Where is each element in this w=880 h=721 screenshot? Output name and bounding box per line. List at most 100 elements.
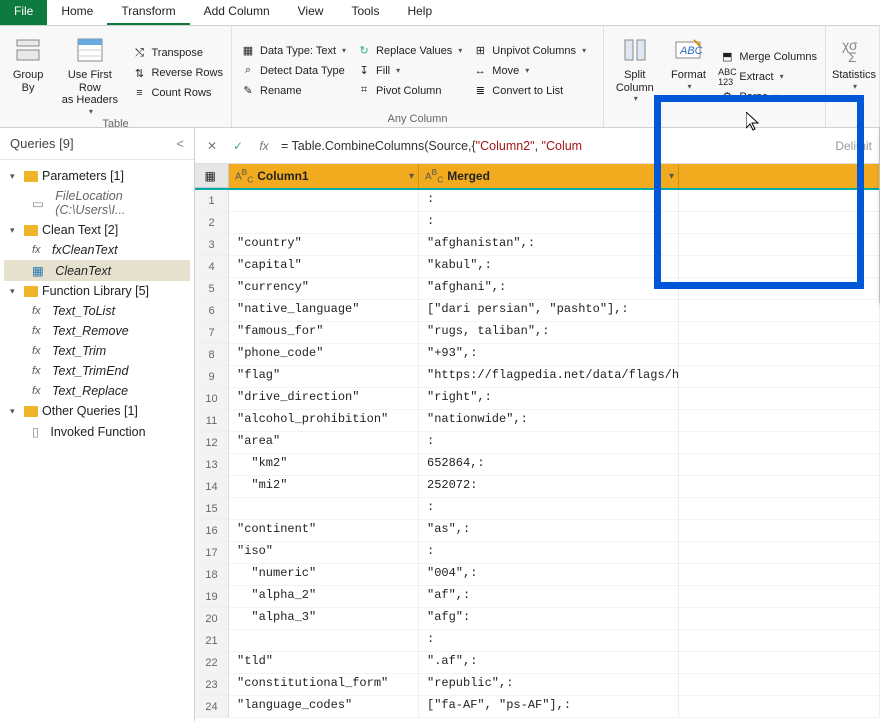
folder-clean-text[interactable]: ▾Clean Text [2]: [4, 220, 190, 240]
cell-merged[interactable]: 252072:: [419, 476, 679, 498]
cell-column1[interactable]: "alpha_3": [229, 608, 419, 630]
cell-merged[interactable]: :: [419, 630, 679, 652]
cell-column1[interactable]: "alcohol_prohibition": [229, 410, 419, 432]
cell-column1[interactable]: "km2": [229, 454, 419, 476]
query-text-replace[interactable]: fx Text_Replace: [4, 381, 190, 401]
row-number[interactable]: 8: [195, 344, 229, 366]
folder-other-queries[interactable]: ▾Other Queries [1]: [4, 401, 190, 421]
row-number[interactable]: 5: [195, 278, 229, 300]
table-row[interactable]: 21:: [195, 630, 880, 652]
cell-extra[interactable]: [679, 476, 880, 498]
detect-data-type-button[interactable]: ⌕Detect Data Type: [238, 62, 348, 80]
table-row[interactable]: 11"alcohol_prohibition""nationwide",:: [195, 410, 880, 432]
folder-function-library[interactable]: ▾Function Library [5]: [4, 281, 190, 301]
table-row[interactable]: 23"constitutional_form""republic",:: [195, 674, 880, 696]
cell-extra[interactable]: [679, 586, 880, 608]
column-header-merged[interactable]: ABC Merged ▾: [419, 164, 679, 188]
query-text-tolist[interactable]: fx Text_ToList: [4, 301, 190, 321]
cell-extra[interactable]: [679, 256, 880, 278]
cell-column1[interactable]: "phone_code": [229, 344, 419, 366]
row-number[interactable]: 10: [195, 388, 229, 410]
menu-help[interactable]: Help: [393, 0, 446, 25]
replace-values-button[interactable]: ↻Replace Values: [354, 42, 464, 60]
row-number[interactable]: 7: [195, 322, 229, 344]
cell-extra[interactable]: [679, 652, 880, 674]
cell-extra[interactable]: [679, 344, 880, 366]
table-row[interactable]: 12"area":: [195, 432, 880, 454]
cell-extra[interactable]: [679, 322, 880, 344]
count-rows-button[interactable]: ≡Count Rows: [129, 84, 225, 102]
cell-column1[interactable]: [229, 190, 419, 212]
row-number[interactable]: 20: [195, 608, 229, 630]
cell-extra[interactable]: [679, 520, 880, 542]
table-row[interactable]: 19 "alpha_2""af",:: [195, 586, 880, 608]
formula-fx-button[interactable]: fx: [255, 139, 273, 153]
cell-merged[interactable]: "https://flagpedia.net/data/flags/h80/af…: [419, 366, 679, 388]
table-row[interactable]: 2:: [195, 212, 880, 234]
cell-merged[interactable]: "afghanistan",:: [419, 234, 679, 256]
cell-extra[interactable]: [679, 278, 880, 300]
cell-column1[interactable]: "constitutional_form": [229, 674, 419, 696]
cell-merged[interactable]: "republic",:: [419, 674, 679, 696]
row-number[interactable]: 19: [195, 586, 229, 608]
format-button[interactable]: ABC Format: [666, 30, 712, 123]
row-number[interactable]: 13: [195, 454, 229, 476]
cell-extra[interactable]: [679, 190, 880, 212]
rename-button[interactable]: ✎Rename: [238, 82, 348, 100]
table-row[interactable]: 24"language_codes"["fa-AF", "ps-AF"],:: [195, 696, 880, 718]
query-text-remove[interactable]: fx Text_Remove: [4, 321, 190, 341]
cell-extra[interactable]: [679, 388, 880, 410]
cell-extra[interactable]: [679, 696, 880, 718]
row-number[interactable]: 11: [195, 410, 229, 432]
cell-extra[interactable]: [679, 300, 880, 322]
cell-column1[interactable]: [229, 498, 419, 520]
table-row[interactable]: 14 "mi2"252072:: [195, 476, 880, 498]
cell-extra[interactable]: [679, 234, 880, 256]
cell-merged[interactable]: "004",:: [419, 564, 679, 586]
cell-column1[interactable]: "area": [229, 432, 419, 454]
cell-merged[interactable]: "afg":: [419, 608, 679, 630]
select-all-button[interactable]: ▦: [195, 164, 229, 188]
cell-extra[interactable]: [679, 366, 880, 388]
formula-commit-button[interactable]: ✓: [229, 139, 247, 153]
cell-column1[interactable]: "currency": [229, 278, 419, 300]
convert-to-list-button[interactable]: ≣Convert to List: [470, 82, 588, 100]
table-row[interactable]: 1:: [195, 190, 880, 212]
unpivot-button[interactable]: ⊞Unpivot Columns: [470, 42, 588, 60]
menu-view[interactable]: View: [284, 0, 338, 25]
data-type-button[interactable]: ▦Data Type: Text: [238, 42, 348, 60]
row-number[interactable]: 6: [195, 300, 229, 322]
row-number[interactable]: 12: [195, 432, 229, 454]
parse-button[interactable]: ⚙Parse: [717, 88, 819, 106]
query-filelocation[interactable]: ▭ FileLocation (C:\Users\I...: [4, 186, 190, 220]
row-number[interactable]: 17: [195, 542, 229, 564]
cell-column1[interactable]: "mi2": [229, 476, 419, 498]
cell-extra[interactable]: [679, 498, 880, 520]
query-text-trim[interactable]: fx Text_Trim: [4, 341, 190, 361]
table-row[interactable]: 18 "numeric""004",:: [195, 564, 880, 586]
cell-merged[interactable]: ".af",:: [419, 652, 679, 674]
cell-merged[interactable]: ["dari persian", "pashto"],:: [419, 300, 679, 322]
table-row[interactable]: 4"capital""kabul",:: [195, 256, 880, 278]
cell-column1[interactable]: "capital": [229, 256, 419, 278]
cell-extra[interactable]: [679, 454, 880, 476]
cell-merged[interactable]: "rugs, taliban",:: [419, 322, 679, 344]
folder-parameters[interactable]: ▾Parameters [1]: [4, 166, 190, 186]
query-cleantext[interactable]: ▦ CleanText: [4, 260, 190, 281]
row-number[interactable]: 9: [195, 366, 229, 388]
cell-extra[interactable]: [679, 212, 880, 234]
query-invoked-function[interactable]: ▯ Invoked Function: [4, 421, 190, 442]
table-row[interactable]: 3"country""afghanistan",:: [195, 234, 880, 256]
cell-merged[interactable]: ["fa-AF", "ps-AF"],:: [419, 696, 679, 718]
use-first-row-button[interactable]: Use First Row as Headers: [56, 30, 123, 116]
cell-extra[interactable]: [679, 564, 880, 586]
move-button[interactable]: ↔Move: [470, 62, 588, 80]
fill-button[interactable]: ↧Fill: [354, 62, 464, 80]
query-text-trimend[interactable]: fx Text_TrimEnd: [4, 361, 190, 381]
cell-merged[interactable]: "as",:: [419, 520, 679, 542]
cell-column1[interactable]: "country": [229, 234, 419, 256]
table-row[interactable]: 5"currency""afghani",:: [195, 278, 880, 300]
cell-merged[interactable]: :: [419, 542, 679, 564]
cell-column1[interactable]: [229, 212, 419, 234]
cell-extra[interactable]: [679, 630, 880, 652]
